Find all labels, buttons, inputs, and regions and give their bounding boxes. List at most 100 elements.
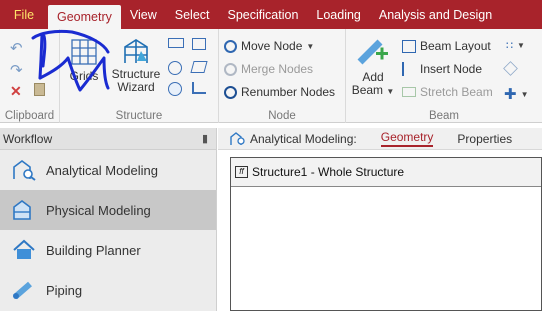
stretch-beam-label: Stretch Beam [420,85,493,99]
undo-button[interactable]: ↶ [10,39,23,57]
clipboard-group-label: Clipboard [4,110,55,122]
tab-geometry[interactable]: Geometry [369,128,446,150]
move-node-label: Move Node [241,39,303,53]
member-tool-1-button[interactable] [168,38,184,48]
add-beam-label-2: Beam ▼ [351,83,395,97]
structure-wizard-button[interactable]: Structure Wizard [108,37,164,94]
view-window-titlebar: ff Structure1 - Whole Structure [231,158,541,187]
ribbon: ↶ ↷ ✕ Clipboard Grids Structure Wizard S… [0,29,542,123]
beam-layout-button[interactable]: Beam Layout [402,39,491,53]
member-tool-2-button[interactable] [192,38,206,50]
workflow-item-analytical-modeling[interactable]: Analytical Modeling [0,150,216,190]
truss-icon [168,38,184,48]
redo-icon: ↷ [10,62,23,79]
beam-tool-3-button[interactable]: ✚ ▼ [504,85,529,103]
menu-select[interactable]: Select [166,0,219,29]
merge-nodes-icon [224,62,237,76]
paste-icon [34,83,45,96]
beam-tool-2-button[interactable] [503,61,518,76]
menu-bar: File Geometry View Select Specification … [0,0,542,29]
view-window-icon: ff [235,166,248,178]
structure-view-window[interactable]: ff Structure1 - Whole Structure [230,157,542,311]
add-beam-icon [357,39,388,65]
cube-icon [503,61,518,76]
analytical-modeling-small-icon [230,131,245,145]
grids-icon [71,39,97,65]
delete-button[interactable]: ✕ [10,83,22,100]
delete-icon: ✕ [10,83,22,99]
renumber-nodes-label: Renumber Nodes [241,85,336,99]
redo-button[interactable]: ↷ [10,61,23,79]
move-node-dropdown-icon: ▼ [306,41,315,51]
tab-analytical-modeling-prefix: Analytical Modeling: [218,128,369,150]
tab-prefix-label: Analytical Modeling: [250,131,357,146]
circular-grid-icon [168,61,182,75]
insert-node-icon [402,62,416,76]
view-window-title: Structure1 - Whole Structure [252,165,405,179]
beam-layout-icon [402,39,416,53]
undo-icon: ↶ [10,40,23,57]
tab-properties[interactable]: Properties [445,128,524,150]
workflow-title: Workflow [3,131,53,146]
stretch-beam-icon [402,87,416,97]
beam-group-label: Beam [428,110,460,122]
merge-nodes-button[interactable]: Merge Nodes [224,62,313,76]
beam-tool-1-dropdown-icon: ▼ [517,41,525,50]
analytical-modeling-icon [13,160,36,181]
node-group: Move Node ▼ Merge Nodes Renumber Nodes N… [219,29,346,123]
menu-geometry[interactable]: Geometry [48,5,121,29]
plate-icon [190,61,208,73]
workflow-item-label: Piping [46,282,83,298]
menu-view[interactable]: View [121,0,166,29]
workflow-item-label: Physical Modeling [46,202,151,218]
paste-button[interactable] [34,83,45,96]
structure-wizard-icon [124,39,148,63]
structure-group-label: Structure [115,110,163,122]
frame-icon [192,38,206,50]
workflow-panel: Workflow ▮ Analytical Modeling Physical … [0,128,217,311]
physical-modeling-icon [13,200,31,220]
member-tool-4-button[interactable] [190,61,208,73]
clipboard-group: ↶ ↷ ✕ Clipboard [0,29,60,123]
merge-nodes-label: Merge Nodes [241,62,314,76]
structure-wizard-label-2: Wizard [117,80,155,94]
move-node-icon [224,39,237,53]
building-planner-icon [13,239,35,259]
beam-tool-3-dropdown-icon: ▼ [520,89,529,99]
workflow-item-physical-modeling[interactable]: Physical Modeling [0,190,216,230]
grids-button[interactable]: Grids [66,37,102,83]
renumber-nodes-icon [224,85,237,99]
tab-geometry-label: Geometry [380,130,434,147]
beam-layout-label: Beam Layout [420,39,491,53]
member-tool-5-button[interactable] [168,82,182,96]
menu-analysis-design[interactable]: Analysis and Design [370,0,501,29]
insert-node-label: Insert Node [420,62,483,76]
node-group-label: Node [268,110,296,122]
menu-loading[interactable]: Loading [307,0,370,29]
piping-icon [13,281,32,300]
beam-tool-1-button[interactable]: ∷ ▼ [506,39,525,52]
add-beam-button[interactable]: Add Beam ▼ [351,36,395,98]
stretch-beam-button[interactable]: Stretch Beam [402,85,493,99]
run-structure-icon [168,82,182,96]
move-node-button[interactable]: Move Node ▼ [224,39,314,53]
workflow-header: Workflow ▮ [0,128,216,150]
workflow-item-building-planner[interactable]: Building Planner [0,230,216,270]
insert-node-button[interactable]: Insert Node [402,62,482,76]
menu-file[interactable]: File [0,0,48,29]
renumber-nodes-button[interactable]: Renumber Nodes [224,85,335,99]
measure-icon [192,82,206,94]
workflow-item-label: Analytical Modeling [46,162,159,178]
node-dots-icon: ∷ [506,40,513,52]
document-tabs-bar: Analytical Modeling: Geometry Properties [218,128,542,150]
member-tool-6-button[interactable] [192,82,206,94]
beam-group: Add Beam ▼ Beam Layout Insert Node Stret… [346,29,542,123]
workflow-item-piping[interactable]: Piping [0,270,216,310]
structure-group: Grids Structure Wizard Structure [60,29,219,123]
split-icon: ✚ [504,86,517,103]
pin-icon[interactable]: ▮ [202,132,208,145]
menu-specification[interactable]: Specification [219,0,308,29]
workflow-item-label: Building Planner [46,242,141,258]
member-tool-3-button[interactable] [168,61,182,75]
grids-label: Grids [69,69,99,83]
